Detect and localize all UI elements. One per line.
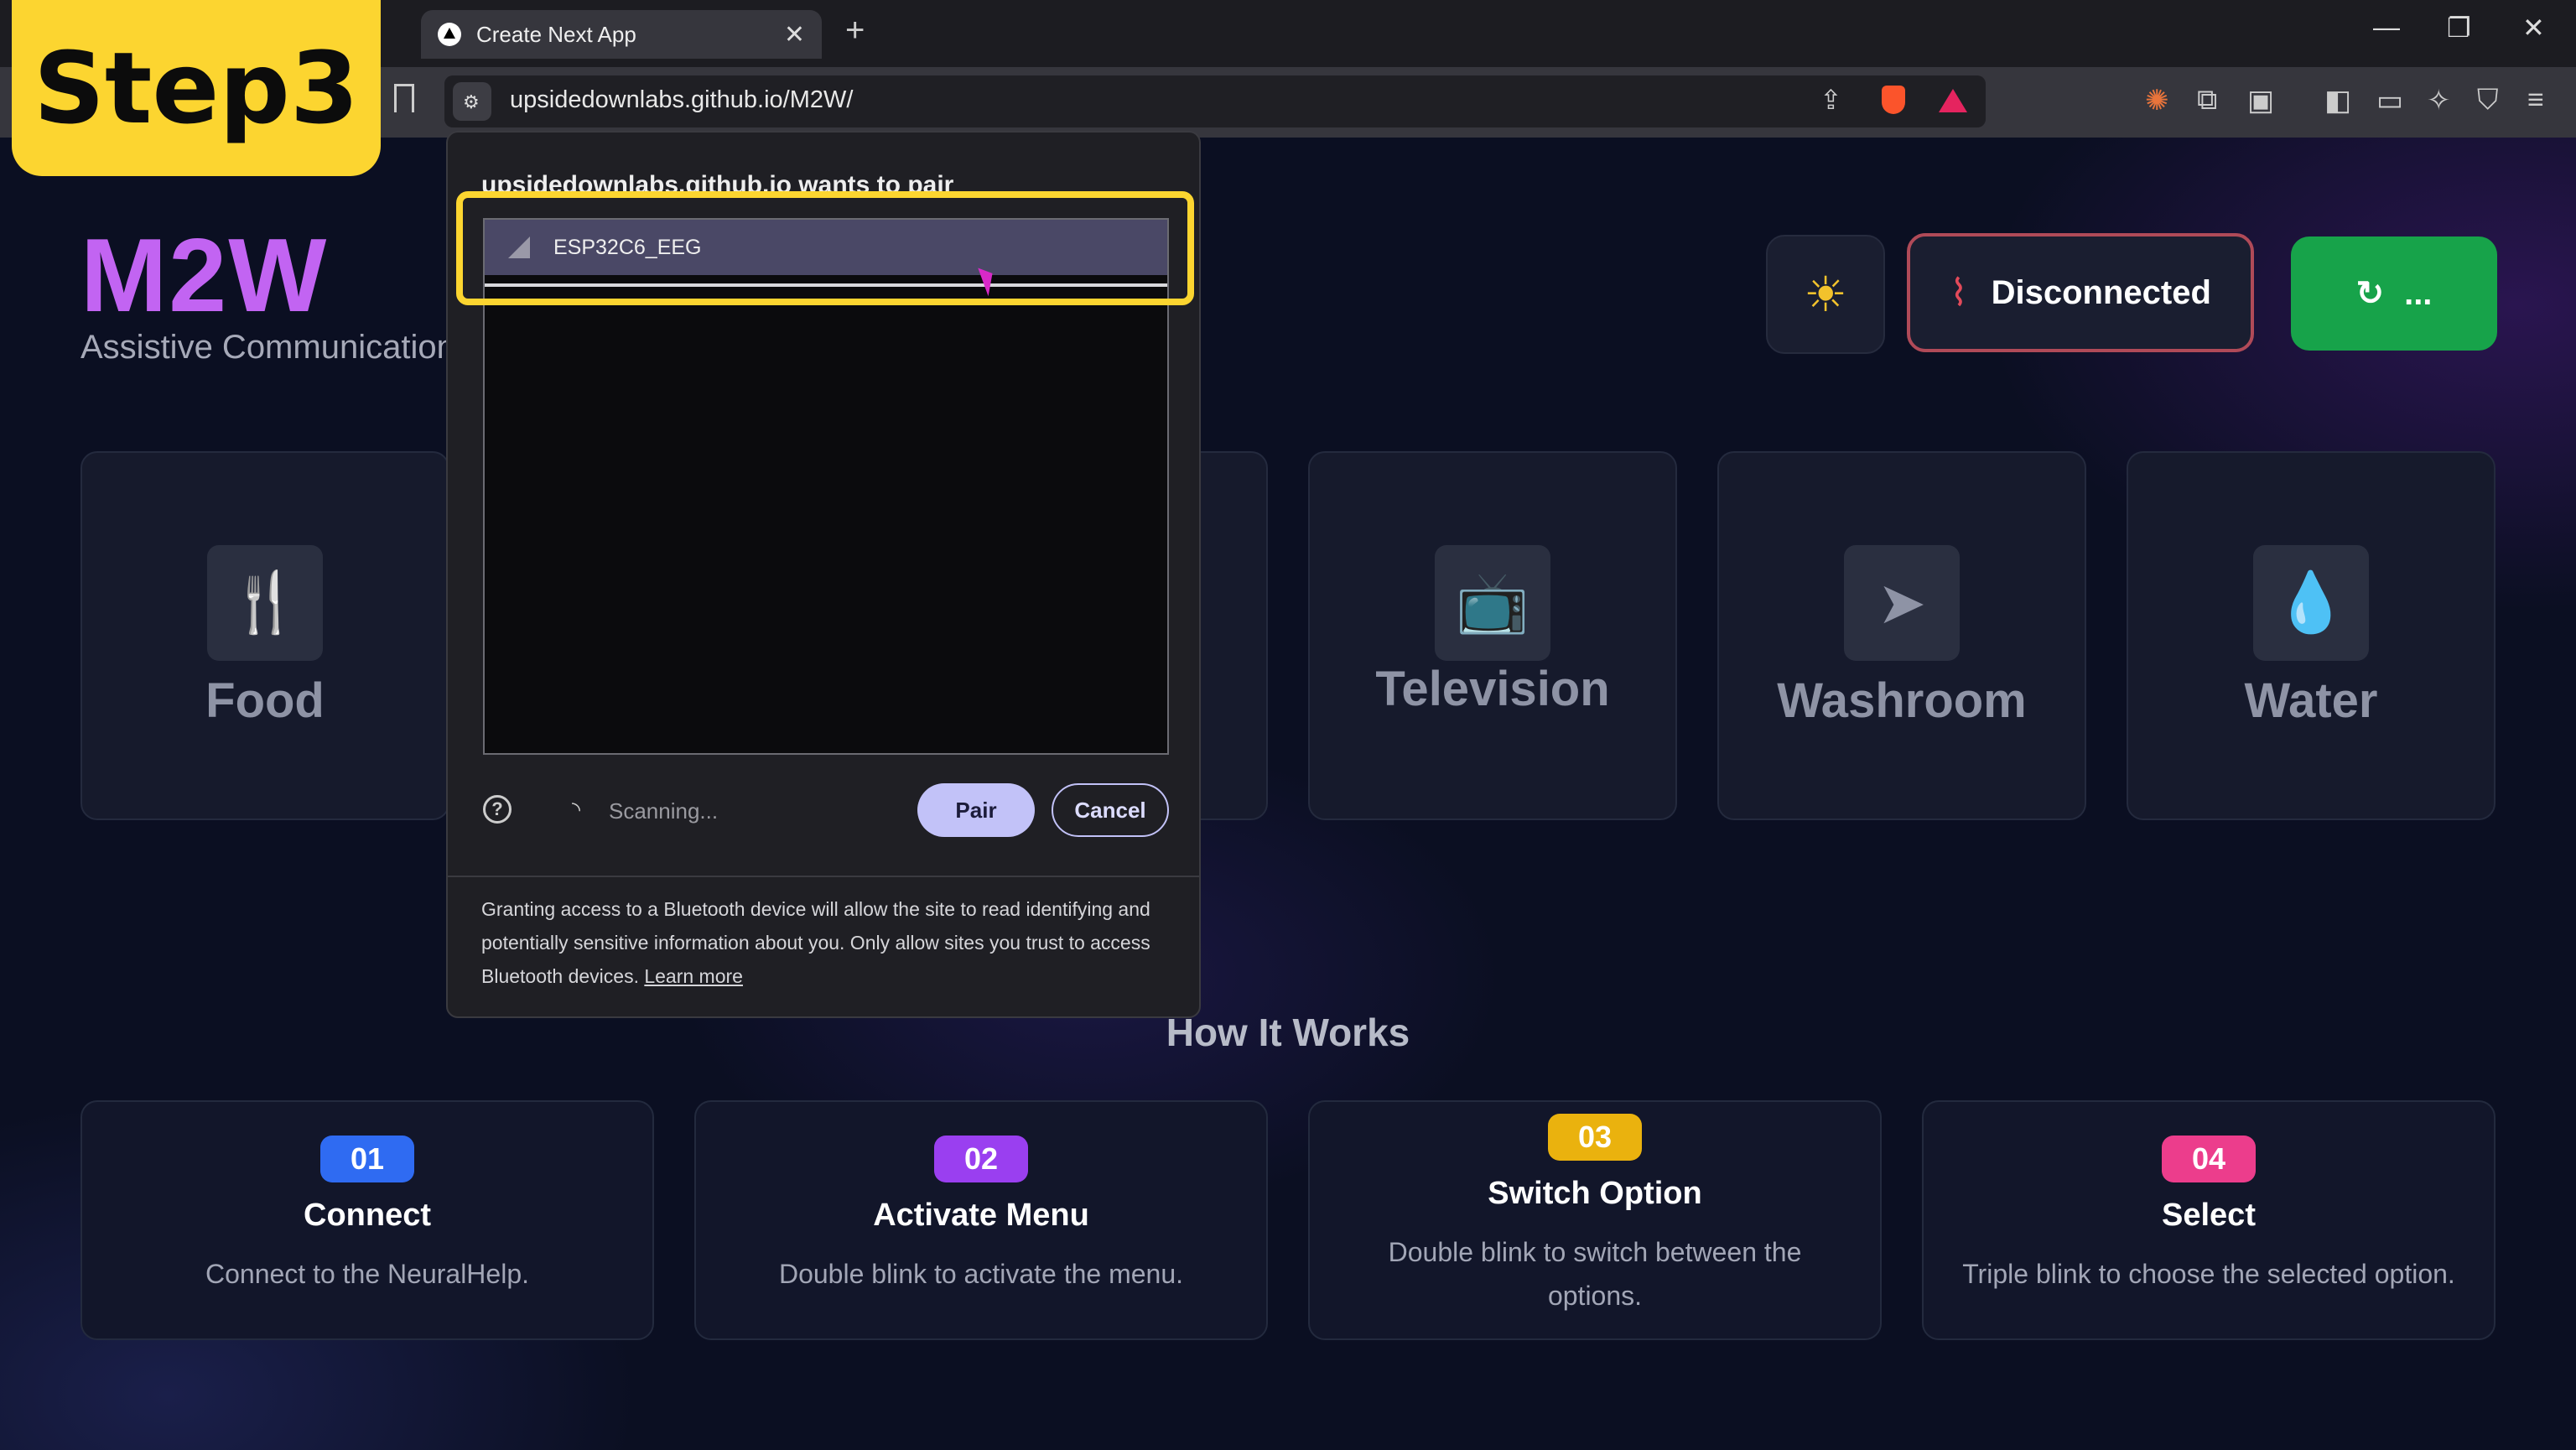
connect-button[interactable]: ↻ ... [2291, 236, 2497, 351]
step-number: 04 [2162, 1136, 2256, 1182]
step-number: 03 [1548, 1114, 1642, 1161]
card-label: Food [205, 673, 325, 728]
pair-button[interactable]: Pair [917, 783, 1035, 837]
step-card-activate: 02 Activate Menu Double blink to activat… [694, 1100, 1268, 1340]
navigation-icon: ➤ [1844, 545, 1960, 661]
share-icon[interactable]: ⇪ [1820, 84, 1842, 116]
step-card-switch: 03 Switch Option Double blink to switch … [1308, 1100, 1882, 1340]
step-badge: Step3 [12, 0, 381, 176]
site-settings-icon[interactable]: ⚙ [453, 82, 491, 121]
step-title: Activate Menu [873, 1198, 1089, 1233]
step-title: Switch Option [1488, 1176, 1702, 1211]
step-card-select: 04 Select Triple blink to choose the sel… [1922, 1100, 2496, 1340]
card-food[interactable]: 🍴 Food [80, 451, 449, 820]
claude-extension-icon[interactable]: ✺ [2145, 84, 2169, 117]
brave-rewards-icon[interactable] [1939, 89, 1967, 112]
step-number: 01 [320, 1136, 414, 1182]
tab-title: Create Next App [476, 21, 636, 47]
step-desc: Triple blink to choose the selected opti… [1962, 1259, 2455, 1289]
spinner-icon: ◝ [572, 797, 581, 822]
brave-shields-icon[interactable] [1882, 86, 1905, 114]
restore-button[interactable]: ❐ [2447, 12, 2471, 44]
tab-close-button[interactable]: ✕ [784, 20, 805, 49]
help-icon[interactable]: ? [483, 795, 512, 824]
connect-label: ... [2404, 274, 2433, 312]
wallet-icon[interactable]: ▭ [2376, 84, 2403, 117]
step-title: Select [2162, 1198, 2256, 1233]
tab-bar [0, 0, 2576, 67]
card-water[interactable]: 💧 Water [2127, 451, 2496, 820]
step-desc: Double blink to activate the menu. [778, 1259, 1184, 1289]
step-title: Connect [304, 1198, 431, 1233]
card-television[interactable]: 📺 Television [1308, 451, 1677, 820]
minimize-button[interactable]: — [2373, 12, 2400, 43]
menu-icon[interactable]: ≡ [2527, 84, 2544, 117]
step-label: Step3 [34, 30, 359, 146]
step-desc: Connect to the NeuralHelp. [205, 1259, 529, 1289]
app-favicon-icon [438, 23, 461, 46]
theme-toggle-button[interactable]: ☀ [1766, 235, 1885, 354]
privacy-note: Granting access to a Bluetooth device wi… [481, 892, 1177, 993]
vpn-icon[interactable]: ⛉ [2477, 84, 2499, 117]
leo-ai-icon[interactable]: ✧ [2427, 84, 2451, 117]
sidebar-icon[interactable]: ◧ [2324, 84, 2351, 117]
step-card-connect: 01 Connect Connect to the NeuralHelp. [80, 1100, 654, 1340]
card-label: Television [1375, 662, 1610, 716]
card-label: Water [2244, 673, 2378, 728]
privacy-note-text: Granting access to a Bluetooth device wi… [481, 898, 1150, 987]
window-close-button[interactable]: ✕ [2522, 12, 2545, 44]
utensils-icon: 🍴 [207, 545, 323, 661]
card-washroom[interactable]: ➤ Washroom [1717, 451, 2086, 820]
how-it-works-heading: How It Works [1166, 1011, 1410, 1054]
browser-tab[interactable]: Create Next App ✕ [421, 10, 822, 59]
tagline: Assistive Communication [80, 329, 455, 366]
reader-mode-icon[interactable]: ▣ [2247, 84, 2274, 117]
droplets-icon: 💧 [2253, 545, 2369, 661]
connection-status-label: Disconnected [1991, 273, 2211, 311]
step-number: 02 [934, 1136, 1028, 1182]
highlight-box [456, 191, 1194, 305]
connection-status-button[interactable]: ⌇ Disconnected [1907, 233, 2254, 352]
wifi-off-icon: ⌇ [1950, 272, 1968, 314]
card-label: Washroom [1777, 673, 2027, 728]
brand-logo: M2W [80, 218, 329, 334]
learn-more-link[interactable]: Learn more [644, 965, 743, 987]
new-tab-button[interactable]: + [845, 12, 865, 49]
tv-icon: 📺 [1435, 545, 1550, 661]
bookmark-icon[interactable] [394, 84, 414, 112]
dialog-divider [448, 876, 1199, 877]
scanning-status: Scanning... [609, 798, 719, 824]
url-text[interactable]: upsidedownlabs.github.io/M2W/ [510, 86, 853, 114]
step-desc: Double blink to switch between the optio… [1388, 1237, 1802, 1311]
extensions-icon[interactable]: ⧉ [2197, 84, 2217, 117]
cancel-button[interactable]: Cancel [1052, 783, 1169, 837]
sun-icon: ☀ [1804, 268, 1847, 322]
refresh-icon: ↻ [2355, 275, 2385, 312]
